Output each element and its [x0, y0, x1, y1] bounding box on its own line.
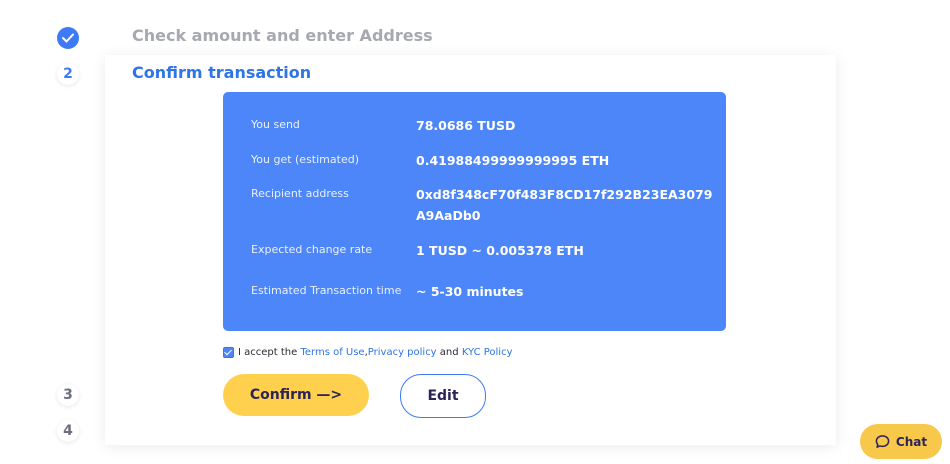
terms-acceptance: I accept the Terms of Use, Privacy polic… [223, 347, 513, 358]
chat-button[interactable]: Chat [860, 424, 942, 459]
summary-label: You get (estimated) [251, 153, 359, 166]
summary-value: 0.41988499999999995 ETH [416, 153, 610, 168]
summary-label: Recipient address [251, 187, 349, 200]
summary-value: ~ 5-30 minutes [416, 284, 524, 299]
chat-bubble-icon [875, 435, 890, 448]
chat-label: Chat [895, 434, 928, 449]
privacy-policy-link[interactable]: Privacy policy [368, 347, 437, 358]
confirm-button[interactable]: Confirm —> [223, 374, 369, 416]
terms-prefix: I accept the [238, 347, 298, 358]
step-4-number: 4 [57, 420, 79, 442]
step-1-check-icon [57, 27, 79, 49]
step-2-number: 2 [57, 63, 79, 85]
edit-button[interactable]: Edit [400, 374, 486, 418]
step-3-number: 3 [57, 384, 79, 406]
summary-label: Expected change rate [251, 243, 373, 256]
summary-value: 0xd8f348cF70f483F8CD17f292B23EA3079A9AaD… [416, 187, 713, 223]
step-2-title: Confirm transaction [132, 63, 312, 82]
terms-and: and [439, 347, 459, 358]
summary-value: 78.0686 TUSD [416, 118, 516, 133]
summary-label: Estimated Transaction time [251, 284, 402, 297]
transaction-summary: You send 78.0686 TUSD You get (estimated… [223, 92, 726, 331]
summary-value: 1 TUSD ~ 0.005378 ETH [416, 243, 584, 258]
summary-label: You send [251, 118, 300, 131]
terms-of-use-link[interactable]: Terms of Use [300, 347, 364, 358]
step-1-title[interactable]: Check amount and enter Address [132, 26, 433, 45]
kyc-policy-link[interactable]: KYC Policy [462, 347, 513, 358]
page: Check amount and enter Address 2 Confirm… [0, 0, 950, 464]
accept-terms-checkbox[interactable] [223, 347, 234, 358]
